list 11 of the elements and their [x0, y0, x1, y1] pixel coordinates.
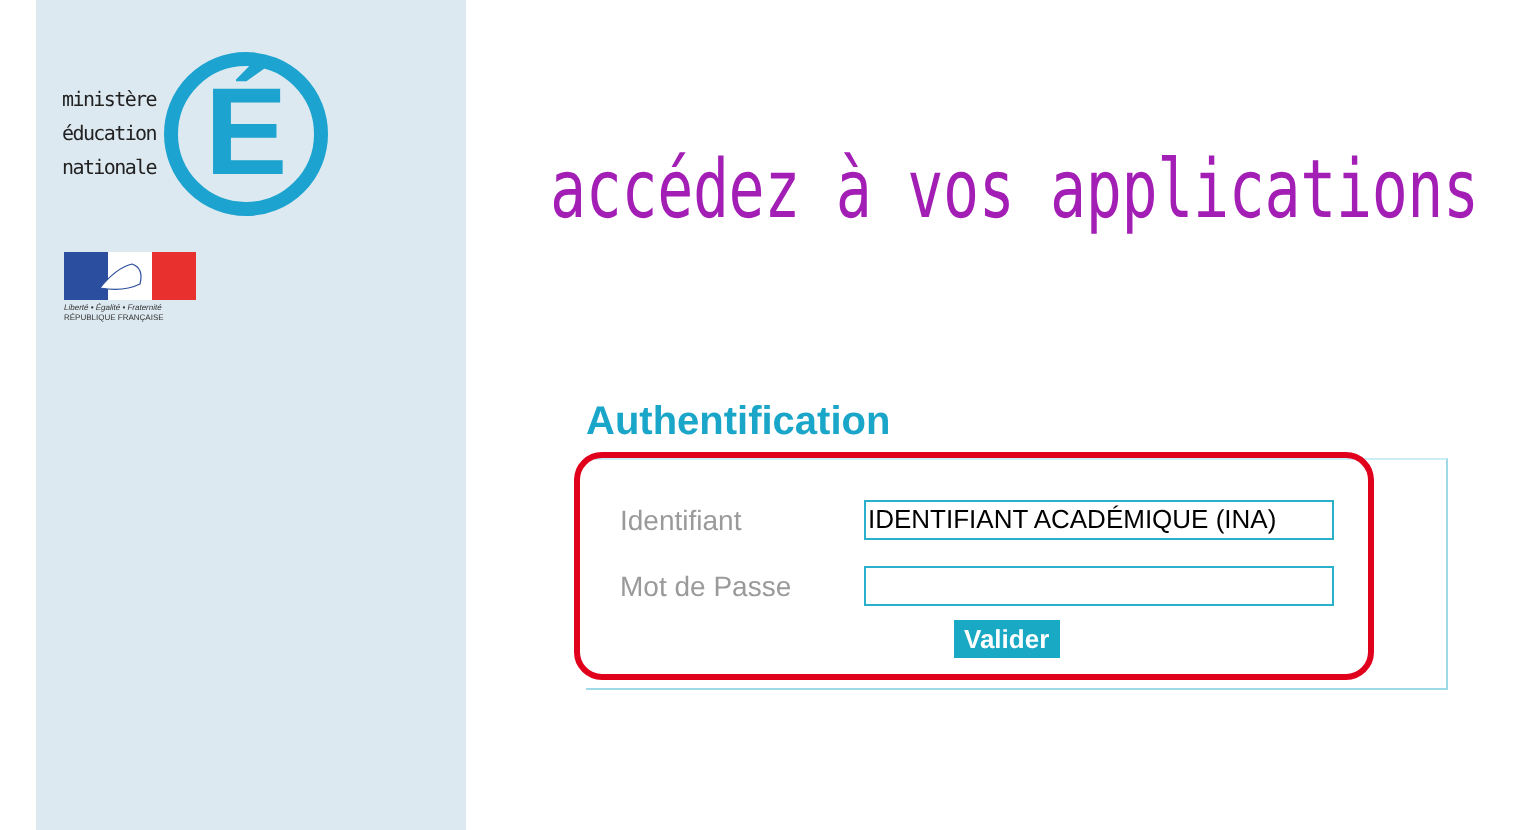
logo-text: nationale: [62, 155, 156, 183]
input-field[interactable]: [864, 565, 1334, 605]
logo-mark: É: [164, 52, 328, 216]
field-label: Mot de Passe: [620, 569, 794, 601]
form-title: Authentification: [586, 398, 893, 446]
input-field[interactable]: IDENTIFIANT ACADÉMIQUE (INA): [864, 499, 1334, 539]
page-headline: accédez à vos applications: [550, 144, 1481, 243]
flag-drawing: [64, 252, 196, 300]
logo-text: ministère: [62, 87, 156, 115]
logo-text: éducation: [62, 121, 156, 149]
field-label: Identifiant: [620, 503, 744, 535]
